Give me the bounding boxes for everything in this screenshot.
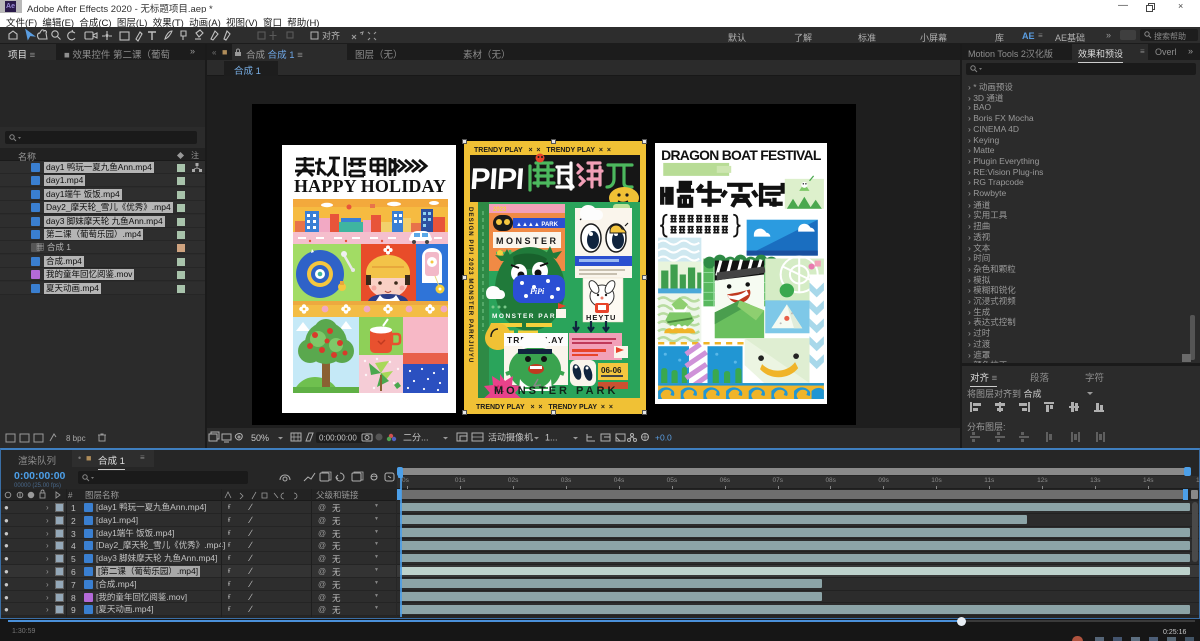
svg-text:PiPi: PiPi	[530, 287, 545, 296]
svg-text:父级和链接: 父级和链接	[316, 490, 359, 500]
svg-text:二分...: 二分...	[403, 433, 429, 443]
svg-text:HEYTU: HEYTU	[586, 313, 616, 322]
svg-text:活动摄像机: 活动摄像机	[488, 432, 533, 443]
svg-text:▲▲▲▲ PARK: ▲▲▲▲ PARK	[516, 222, 559, 228]
svg-text:0:00:00:00: 0:00:00:00	[319, 434, 357, 443]
svg-text:8 bpc: 8 bpc	[66, 434, 86, 443]
svg-text:MONSTER: MONSTER	[496, 236, 559, 246]
svg-text:1...: 1...	[545, 433, 558, 443]
svg-text:MONSTER PARK: MONSTER PARK	[492, 313, 562, 320]
svg-text:图层名称: 图层名称	[85, 490, 120, 500]
svg-text:+0.0: +0.0	[655, 433, 672, 443]
svg-text:TRENDY PLAY × × TRENDY PL: TRENDY PLAY × × TRENDY PLAY × ×	[474, 147, 611, 154]
svg-text:#: #	[68, 491, 73, 500]
svg-text:TRENDY PLAY × × TRENDY PL: TRENDY PLAY × × TRENDY PLAY × ×	[476, 404, 613, 411]
svg-text:对齐: 对齐	[322, 30, 340, 41]
svg-text:2023: 2023	[493, 207, 507, 213]
svg-text:HAPPY HOLIDAY: HAPPY HOLIDAY	[294, 176, 446, 196]
svg-text:06-06: 06-06	[601, 366, 622, 375]
svg-text:50%: 50%	[251, 433, 269, 443]
svg-text:DRAGON BOAT FESTIVAL: DRAGON BOAT FESTIVAL	[661, 148, 821, 163]
svg-text:MONSTER PARK: MONSTER PARK	[494, 385, 618, 397]
svg-text:DESIGN PIPI 2023 MONSTER PARKJ: DESIGN PIPI 2023 MONSTER PARKJIUYU	[467, 207, 474, 363]
